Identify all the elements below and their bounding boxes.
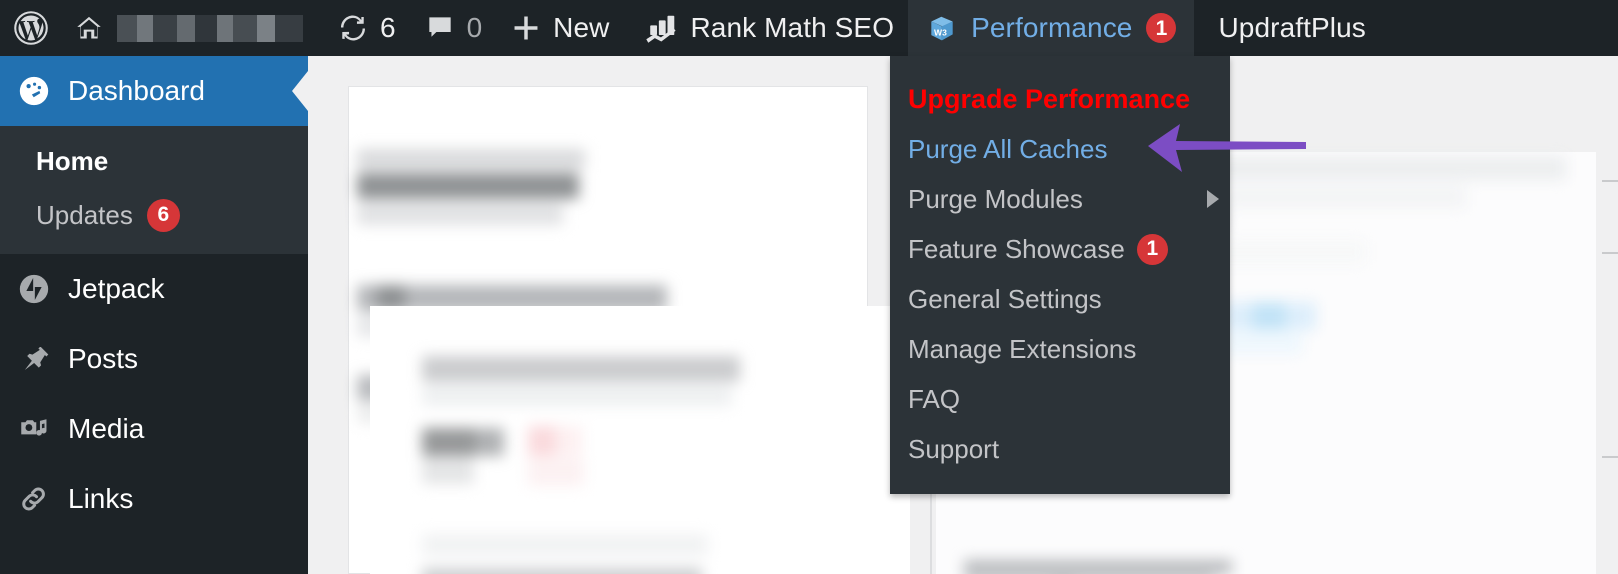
- sidebar-subitem-label: Updates: [36, 199, 133, 230]
- adminbar-new[interactable]: New: [496, 0, 623, 56]
- feature-showcase-badge: 1: [1136, 233, 1168, 265]
- menu-item-purge-modules[interactable]: Purge Modules: [890, 174, 1230, 224]
- sidebar-subitem-updates[interactable]: Updates 6: [0, 189, 308, 243]
- sidebar-item-posts[interactable]: Posts: [0, 324, 308, 395]
- pin-icon: [17, 342, 59, 376]
- jetpack-icon: [17, 272, 59, 306]
- media-camera-music-icon: [17, 412, 59, 446]
- sidebar-item-jetpack[interactable]: Jetpack: [0, 254, 308, 325]
- menu-item-label: FAQ: [908, 384, 961, 414]
- updates-refresh-icon: [337, 12, 369, 44]
- updraftplus-label: UpdraftPlus: [1218, 12, 1366, 43]
- adminbar-updraftplus[interactable]: UpdraftPlus: [1194, 0, 1379, 56]
- ruler-tick: [1602, 252, 1618, 254]
- home-icon: [74, 13, 104, 43]
- w3-total-cache-cube-icon: W3: [924, 10, 960, 46]
- redacted-content-block-2: [370, 306, 910, 574]
- ruler-tick: [1602, 180, 1618, 182]
- plus-icon: [510, 12, 542, 44]
- comments-count: 0: [466, 12, 483, 43]
- link-chain-icon: [17, 482, 59, 516]
- sidebar-item-label: Posts: [68, 343, 139, 375]
- sidebar-submenu-dashboard: Home Updates 6: [0, 126, 308, 255]
- dashboard-gauge-icon: [17, 74, 59, 108]
- menu-item-label: Support: [908, 434, 1000, 464]
- adminbar-rank-math-seo[interactable]: Rank Math SEO: [623, 0, 908, 56]
- adminbar-updates[interactable]: 6: [323, 0, 410, 56]
- sidebar-item-links[interactable]: Links: [0, 464, 308, 535]
- performance-badge: 1: [1146, 13, 1177, 43]
- performance-dropdown-menu: Upgrade Performance Purge All Caches Pur…: [890, 56, 1230, 494]
- sidebar-item-label: Links: [68, 483, 134, 515]
- menu-item-label: Purge All Caches: [908, 134, 1108, 164]
- menu-item-feature-showcase[interactable]: Feature Showcase 1: [890, 224, 1230, 274]
- updates-count-badge: 6: [146, 199, 180, 233]
- sidebar-item-dashboard[interactable]: Dashboard: [0, 56, 308, 126]
- sidebar-item-label: Dashboard: [68, 75, 205, 106]
- adminbar-performance[interactable]: W3 Performance 1: [908, 0, 1195, 56]
- sidebar-item-label: Media: [68, 413, 145, 445]
- sidebar-item-label: Jetpack: [68, 273, 165, 305]
- menu-item-faq[interactable]: FAQ: [890, 374, 1230, 424]
- sidebar-subitem-label: Home: [36, 146, 109, 176]
- chevron-right-icon: [1207, 190, 1219, 208]
- redacted-content-block-4: [934, 544, 1254, 574]
- menu-item-label: Manage Extensions: [908, 334, 1137, 364]
- rank-math-label: Rank Math SEO: [690, 12, 895, 43]
- admin-sidebar-menu: Dashboard Home Updates 6 Jetpack Posts M…: [0, 56, 308, 574]
- wordpress-admin-screen: Dashboard Home Updates 6 Jetpack Posts M…: [0, 0, 1618, 574]
- content-card-secondary: [370, 306, 910, 574]
- adminbar-site-name[interactable]: [60, 0, 323, 56]
- menu-item-general-settings[interactable]: General Settings: [890, 274, 1230, 324]
- menu-item-upgrade-performance[interactable]: Upgrade Performance: [890, 74, 1230, 124]
- comments-bubble-icon: [424, 12, 456, 44]
- performance-label: Performance: [971, 12, 1133, 43]
- admin-bar: 6 0 New Rank Math SEO W3 Performance 1 U…: [0, 0, 1618, 56]
- menu-item-label: Purge Modules: [908, 184, 1083, 214]
- menu-item-manage-extensions[interactable]: Manage Extensions: [890, 324, 1230, 374]
- sidebar-subitem-home[interactable]: Home: [0, 135, 308, 189]
- menu-item-purge-all-caches[interactable]: Purge All Caches: [890, 124, 1230, 174]
- svg-text:W3: W3: [934, 27, 947, 37]
- redacted-site-name: [117, 14, 303, 42]
- menu-item-support[interactable]: Support: [890, 424, 1230, 474]
- menu-item-label: Feature Showcase: [908, 234, 1125, 264]
- ruler-tick: [1602, 456, 1618, 458]
- menu-item-label: Upgrade Performance: [908, 83, 1191, 114]
- content-bottom-strip: [934, 544, 1254, 574]
- adminbar-comments[interactable]: 0: [410, 0, 497, 56]
- rank-math-chart-icon: [645, 13, 679, 43]
- sidebar-item-media[interactable]: Media: [0, 394, 308, 465]
- updates-count: 6: [380, 12, 396, 43]
- wordpress-logo-icon: [12, 9, 50, 47]
- menu-item-label: General Settings: [908, 284, 1102, 314]
- new-label: New: [553, 12, 610, 43]
- adminbar-wordpress-logo[interactable]: [0, 0, 60, 56]
